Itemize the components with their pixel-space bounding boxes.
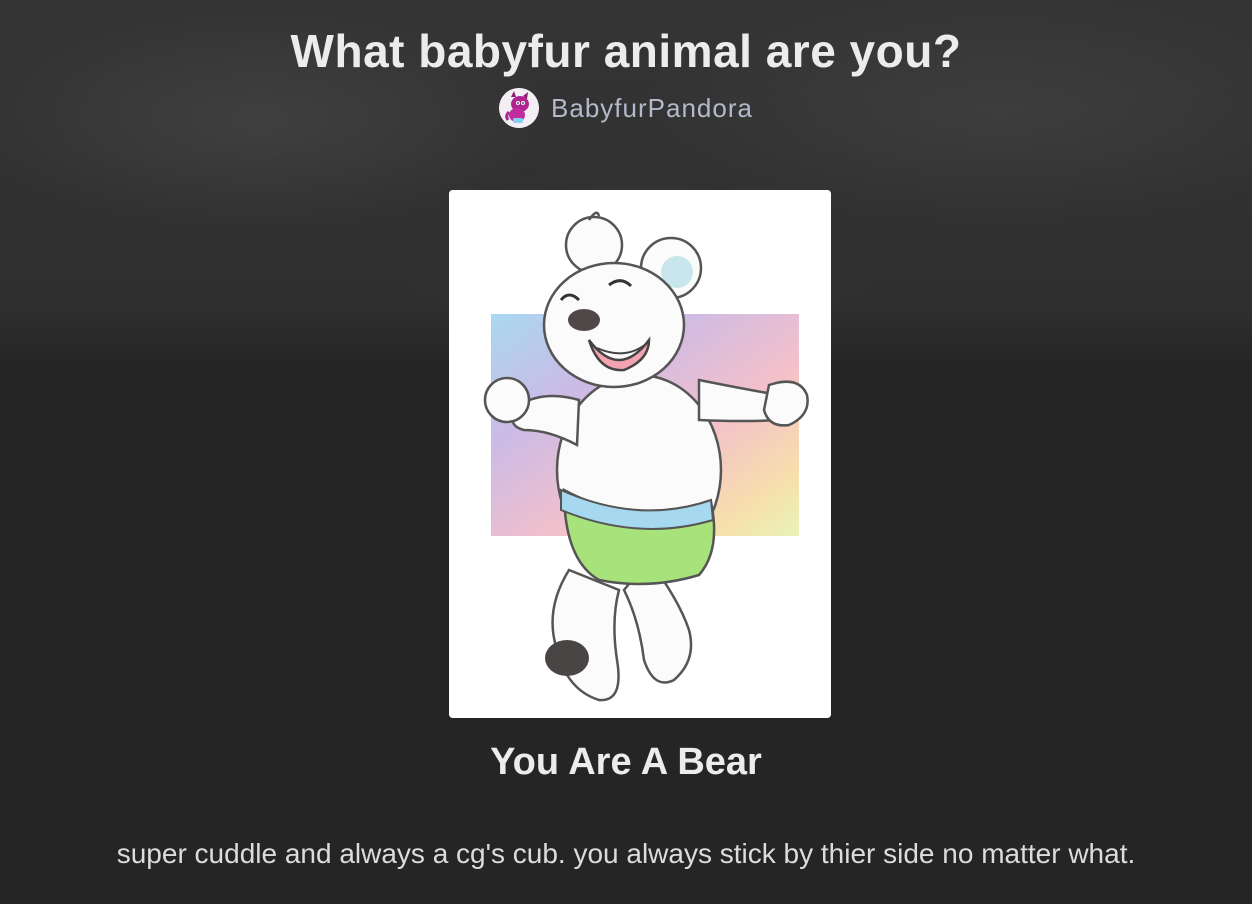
author-name[interactable]: BabyfurPandora — [551, 93, 753, 124]
result-description: super cuddle and always a cg's cub. you … — [116, 838, 1136, 869]
author-link[interactable]: BabyfurPandora — [0, 88, 1252, 128]
author-avatar-icon[interactable] — [499, 88, 540, 128]
bear-illustration — [449, 190, 831, 718]
result-title: You Are A Bear — [490, 741, 762, 783]
result-image — [449, 190, 831, 718]
quiz-title: What babyfur animal are you? — [290, 25, 962, 77]
quiz-result-page: What babyfur animal are you? BabyfurPand… — [0, 0, 1252, 904]
